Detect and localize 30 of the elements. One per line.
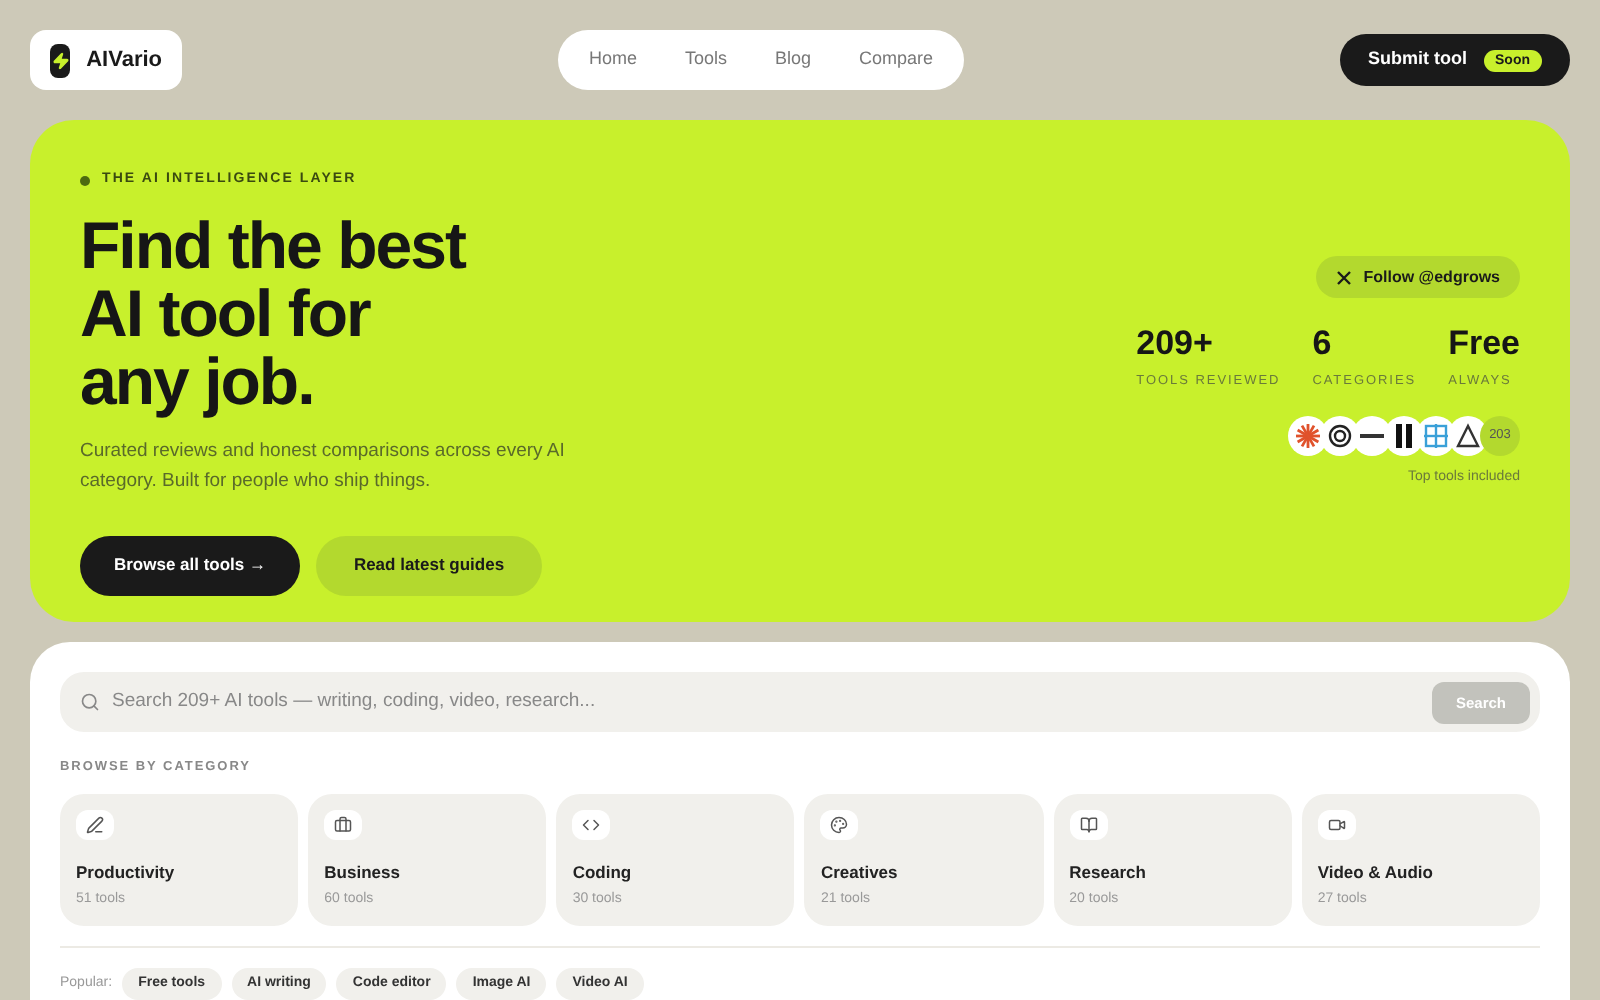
stat-value: Free [1448,324,1520,364]
category-name: Business [324,859,402,885]
search-icon [80,692,100,713]
hero-subtitle: Curated reviews and honest comparisons across every AI category. Built for people who ship things. [80,437,567,495]
follow-button[interactable]: Follow @edgrows [1315,256,1520,298]
category-name: Creatives [820,859,900,885]
briefcase-icon [324,810,363,840]
read-guides-button[interactable]: Read latest guides [316,535,542,595]
nav-link[interactable]: Blog [775,46,812,74]
nav-link[interactable]: Tools [684,46,727,74]
palette-icon [820,810,859,840]
stat-value: 209+ [1136,324,1215,364]
brand-name: AIVario [86,45,162,76]
category-name: Coding [572,859,634,885]
brand-logo[interactable]: AIVario [30,30,182,90]
search-input[interactable]: Search 209+ AI tools — writing, coding, video, research... [112,688,1432,717]
code-icon [572,810,611,840]
nav-link[interactable]: Compare [859,46,934,74]
category-name: Research [1069,859,1148,885]
pen-icon [76,810,114,840]
category-name: Video & Audio [1317,859,1435,885]
x-logo-icon [1335,269,1352,285]
video-icon [1317,810,1356,840]
nav-link[interactable]: Home [588,46,637,74]
browse-tools-button[interactable]: Browse all tools → [80,535,300,595]
category-name: Productivity [76,859,177,885]
bolt-icon [50,43,71,77]
book-icon [1069,810,1108,840]
stat-value: 6 [1312,324,1334,364]
hero-title: Find the best AI tool for any job. [80,211,468,415]
